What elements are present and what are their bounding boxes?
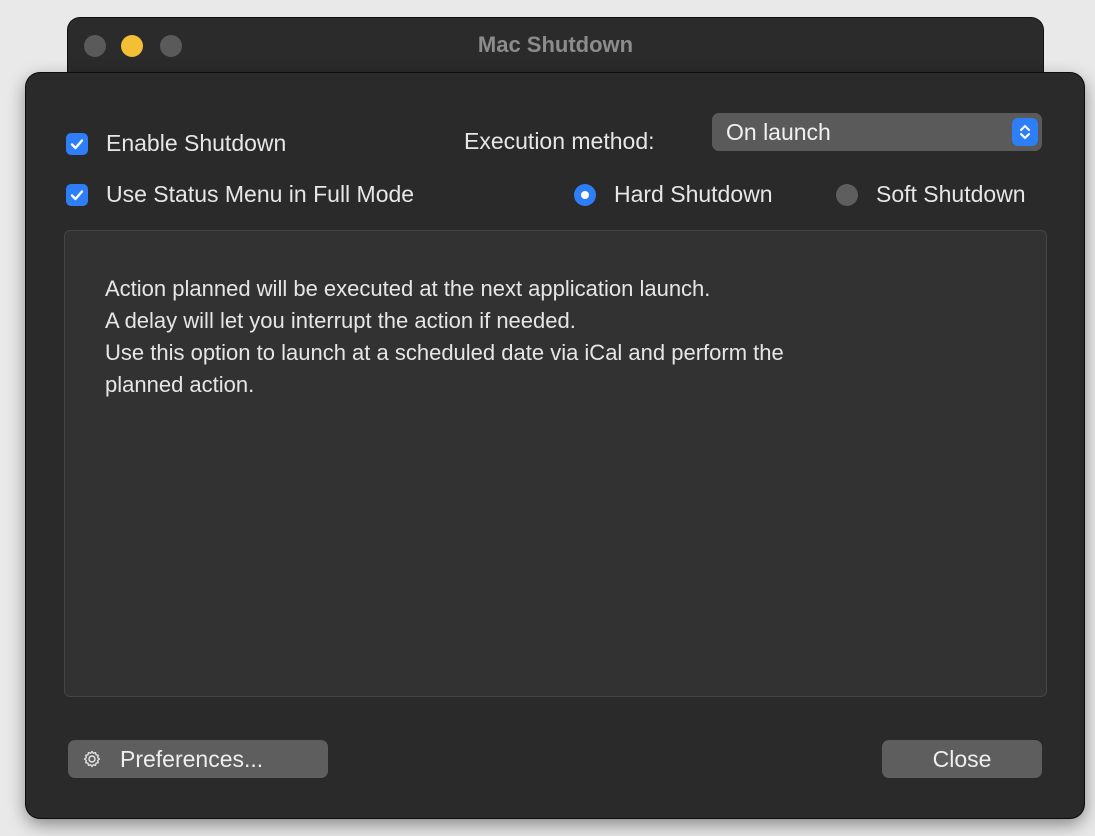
execution-method-label: Execution method: [464, 128, 655, 154]
settings-sheet: Enable Shutdown Execution method: On lau… [26, 73, 1084, 818]
window-title: Mac Shutdown [477, 32, 634, 57]
checkmark-icon[interactable] [66, 132, 88, 155]
radio-selected-icon[interactable] [574, 183, 596, 206]
description-text: Action planned will be executed at the n… [105, 273, 784, 401]
status-menu-checkbox[interactable]: Use Status Menu in Full Mode [66, 181, 414, 208]
title-bar[interactable]: Mac Shutdown [68, 18, 1043, 74]
gear-icon [82, 749, 102, 769]
preferences-button[interactable]: Preferences... [68, 740, 328, 778]
close-button[interactable]: Close [882, 740, 1042, 778]
checkmark-icon[interactable] [66, 183, 88, 206]
close-label: Close [932, 745, 992, 772]
preferences-label: Preferences... [120, 745, 264, 772]
execution-method-select[interactable]: On launch [712, 113, 1042, 151]
hard-shutdown-radio[interactable]: Hard Shutdown [574, 181, 773, 208]
execution-method-value: On launch [726, 118, 831, 145]
description-line: planned action. [105, 372, 255, 397]
soft-shutdown-radio[interactable]: Soft Shutdown [836, 181, 1026, 208]
description-line: A delay will let you interrupt the actio… [105, 308, 576, 333]
hard-shutdown-label: Hard Shutdown [614, 181, 773, 207]
radio-unselected-icon[interactable] [836, 183, 858, 206]
description-panel: Action planned will be executed at the n… [64, 230, 1047, 697]
soft-shutdown-label: Soft Shutdown [876, 181, 1026, 207]
description-line: Action planned will be executed at the n… [105, 276, 711, 301]
description-line: Use this option to launch at a scheduled… [105, 340, 784, 365]
enable-shutdown-label: Enable Shutdown [106, 130, 287, 156]
enable-shutdown-checkbox[interactable]: Enable Shutdown [66, 130, 286, 157]
status-menu-label: Use Status Menu in Full Mode [106, 181, 415, 207]
chevron-updown-icon [1012, 118, 1038, 146]
